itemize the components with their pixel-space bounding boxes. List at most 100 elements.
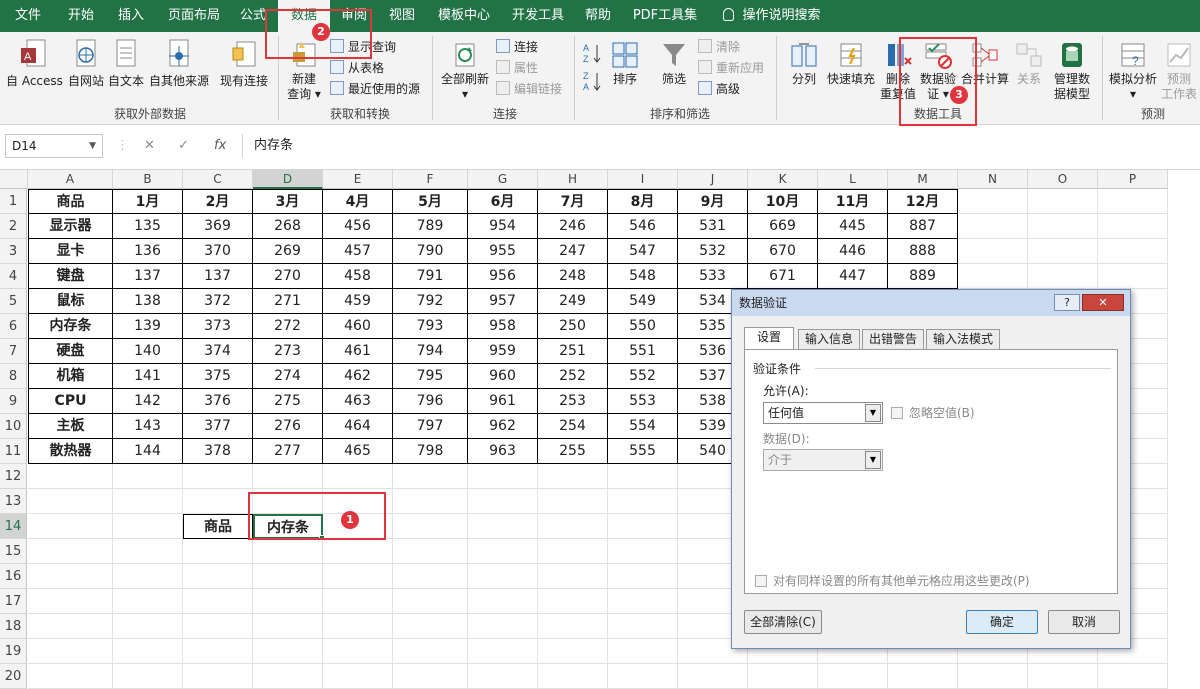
sales-value-cell[interactable]: 548 — [608, 264, 678, 289]
sales-value-cell[interactable]: 792 — [393, 289, 468, 314]
grid-cell[interactable] — [393, 589, 468, 614]
column-header-b[interactable]: B — [113, 170, 183, 189]
sales-value-cell[interactable]: 533 — [678, 264, 748, 289]
grid-cell[interactable] — [323, 564, 393, 589]
sort-asc-button[interactable]: AZ — [580, 42, 604, 66]
sales-value-cell[interactable]: 141 — [113, 364, 183, 389]
grid-cell[interactable] — [958, 264, 1028, 289]
grid-cell[interactable] — [1028, 214, 1098, 239]
grid-cell[interactable] — [393, 514, 468, 539]
grid-cell[interactable] — [323, 664, 393, 689]
row-header-2[interactable]: 2 — [0, 214, 27, 239]
sales-value-cell[interactable]: 458 — [323, 264, 393, 289]
sales-value-cell[interactable]: 275 — [253, 389, 323, 414]
sales-value-cell[interactable]: 248 — [538, 264, 608, 289]
row-header-12[interactable]: 12 — [0, 464, 27, 489]
sales-value-cell[interactable]: 144 — [113, 439, 183, 464]
sales-value-cell[interactable]: 963 — [468, 439, 538, 464]
row-header-5[interactable]: 5 — [0, 289, 27, 314]
grid-cell[interactable] — [113, 489, 183, 514]
help-button[interactable]: ? — [1054, 294, 1080, 311]
sales-value-cell[interactable]: 373 — [183, 314, 253, 339]
sales-value-cell[interactable]: 251 — [538, 339, 608, 364]
sales-value-cell[interactable]: 670 — [748, 239, 818, 264]
row-header-15[interactable]: 15 — [0, 539, 27, 564]
sales-value-cell[interactable]: 549 — [608, 289, 678, 314]
select-all-corner[interactable] — [0, 170, 28, 189]
text-to-columns-button[interactable]: 分列 — [786, 40, 822, 87]
relationships-button[interactable]: 关系 — [1012, 40, 1046, 87]
sales-value-cell[interactable]: 460 — [323, 314, 393, 339]
cancel-button[interactable]: 取消 — [1048, 610, 1120, 634]
reapply-button[interactable]: 重新应用 — [698, 58, 764, 78]
edit-links-button[interactable]: 编辑链接 — [496, 79, 562, 99]
sales-value-cell[interactable]: 377 — [183, 414, 253, 439]
table-header-cell[interactable]: 商品 — [28, 189, 113, 214]
table-header-cell[interactable]: 5月 — [393, 189, 468, 214]
row-header-7[interactable]: 7 — [0, 339, 27, 364]
grid-cell[interactable] — [468, 664, 538, 689]
confirm-entry-button[interactable]: ✓ — [178, 134, 189, 158]
sales-value-cell[interactable]: 445 — [818, 214, 888, 239]
grid-cell[interactable] — [468, 514, 538, 539]
grid-cell[interactable] — [183, 639, 253, 664]
sales-value-cell[interactable]: 797 — [393, 414, 468, 439]
row-header-13[interactable]: 13 — [0, 489, 27, 514]
grid-cell[interactable] — [28, 614, 113, 639]
sort-desc-button[interactable]: ZA — [580, 70, 604, 94]
grid-cell[interactable] — [113, 589, 183, 614]
sales-value-cell[interactable]: 955 — [468, 239, 538, 264]
grid-cell[interactable] — [28, 639, 113, 664]
table-header-cell[interactable]: 12月 — [888, 189, 958, 214]
sales-value-cell[interactable]: 957 — [468, 289, 538, 314]
insert-function-button[interactable]: fx — [214, 134, 226, 158]
tab-file[interactable]: 文件 — [4, 0, 52, 32]
sales-value-cell[interactable]: 135 — [113, 214, 183, 239]
column-header-o[interactable]: O — [1028, 170, 1098, 189]
grid-cell[interactable] — [958, 239, 1028, 264]
table-header-cell[interactable]: 3月 — [253, 189, 323, 214]
grid-cell[interactable] — [1098, 264, 1168, 289]
grid-cell[interactable] — [113, 514, 183, 539]
tab-ime-mode[interactable]: 输入法模式 — [926, 329, 1000, 350]
sales-value-cell[interactable]: 959 — [468, 339, 538, 364]
grid-cell[interactable] — [183, 589, 253, 614]
table-header-cell[interactable]: 6月 — [468, 189, 538, 214]
grid-cell[interactable] — [538, 589, 608, 614]
column-header-m[interactable]: M — [888, 170, 958, 189]
sales-value-cell[interactable]: 547 — [608, 239, 678, 264]
tab-help[interactable]: 帮助 — [578, 0, 618, 32]
grid-cell[interactable] — [608, 664, 678, 689]
cancel-entry-button[interactable]: ✕ — [144, 134, 155, 158]
column-header-i[interactable]: I — [608, 170, 678, 189]
grid-cell[interactable] — [28, 514, 113, 539]
grid-cell[interactable] — [468, 464, 538, 489]
manage-data-model-button[interactable]: 管理数 据模型 — [1050, 40, 1094, 102]
sales-value-cell[interactable]: 269 — [253, 239, 323, 264]
grid-cell[interactable] — [253, 614, 323, 639]
grid-cell[interactable] — [393, 489, 468, 514]
name-box[interactable]: D14 ▼ — [5, 134, 103, 158]
product-name-cell[interactable]: 主板 — [28, 414, 113, 439]
table-header-cell[interactable]: 2月 — [183, 189, 253, 214]
column-header-g[interactable]: G — [468, 170, 538, 189]
sales-value-cell[interactable]: 456 — [323, 214, 393, 239]
grid-cell[interactable] — [608, 489, 678, 514]
grid-cell[interactable] — [393, 639, 468, 664]
sales-value-cell[interactable]: 551 — [608, 339, 678, 364]
grid-cell[interactable] — [608, 464, 678, 489]
grid-cell[interactable] — [468, 489, 538, 514]
grid-cell[interactable] — [468, 614, 538, 639]
sales-value-cell[interactable]: 961 — [468, 389, 538, 414]
sales-value-cell[interactable]: 790 — [393, 239, 468, 264]
grid-cell[interactable] — [253, 539, 323, 564]
ignore-blank-checkbox[interactable] — [891, 407, 903, 419]
sales-value-cell[interactable]: 369 — [183, 214, 253, 239]
row-header-19[interactable]: 19 — [0, 639, 27, 664]
sales-value-cell[interactable]: 140 — [113, 339, 183, 364]
grid-cell[interactable] — [678, 664, 748, 689]
grid-cell[interactable] — [28, 664, 113, 689]
sales-value-cell[interactable]: 136 — [113, 239, 183, 264]
grid-cell[interactable] — [608, 589, 678, 614]
from-web-button[interactable]: 自网站 — [66, 38, 106, 89]
